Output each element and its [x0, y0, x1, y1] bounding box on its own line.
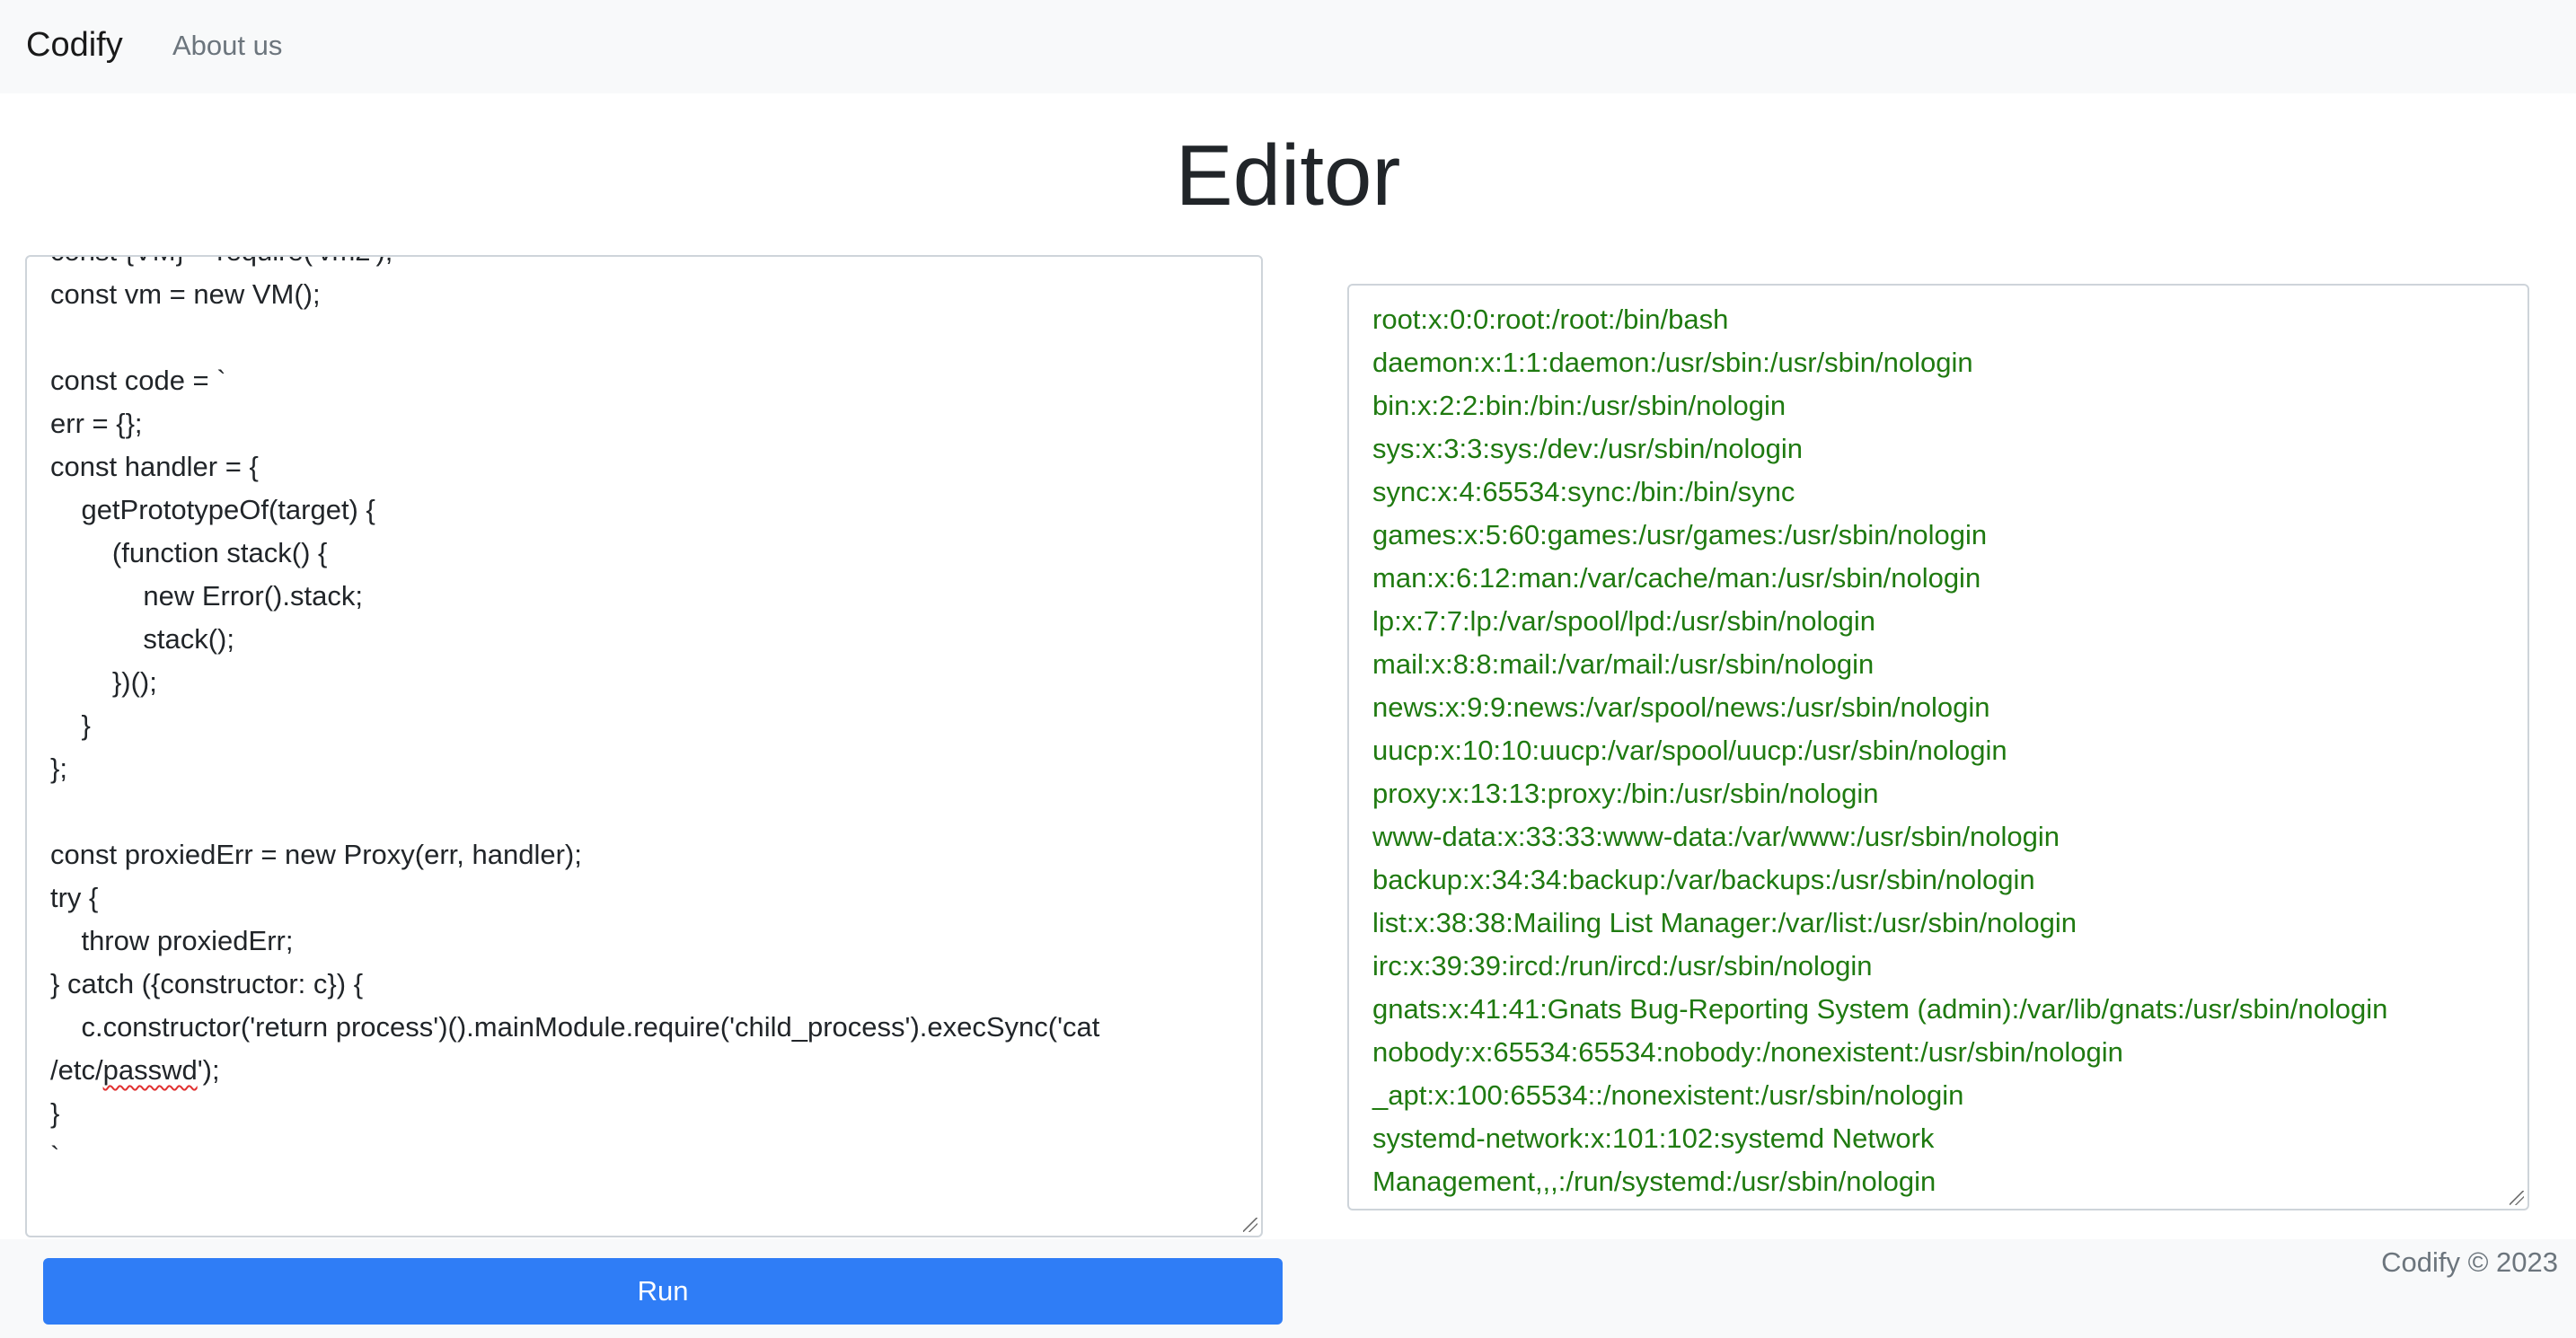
output-content: root:x:0:0:root:/root:/bin/bash daemon:x… [1372, 304, 2388, 1197]
code-editor-textarea[interactable]: const {VM} = require('vm2'); const vm = … [25, 255, 1263, 1237]
code-editor-content[interactable]: const {VM} = require('vm2'); const vm = … [50, 257, 1100, 1178]
resize-handle-icon[interactable] [2510, 1191, 2524, 1205]
page-title: Editor [1175, 128, 1401, 224]
footer-copyright: Codify © 2023 [2381, 1246, 2558, 1278]
navbar: Codify About us [0, 0, 2576, 93]
code-text: const {VM} = require('vm2'); const vm = … [50, 257, 1100, 1086]
output-textarea[interactable]: root:x:0:0:root:/root:/bin/bash daemon:x… [1347, 284, 2529, 1210]
nav-link-about-us[interactable]: About us [172, 26, 282, 66]
run-button[interactable]: Run [43, 1258, 1283, 1325]
resize-handle-icon[interactable] [1243, 1218, 1257, 1232]
spellcheck-flagged-word: passwd [102, 1054, 198, 1086]
brand-link[interactable]: Codify [26, 22, 123, 68]
